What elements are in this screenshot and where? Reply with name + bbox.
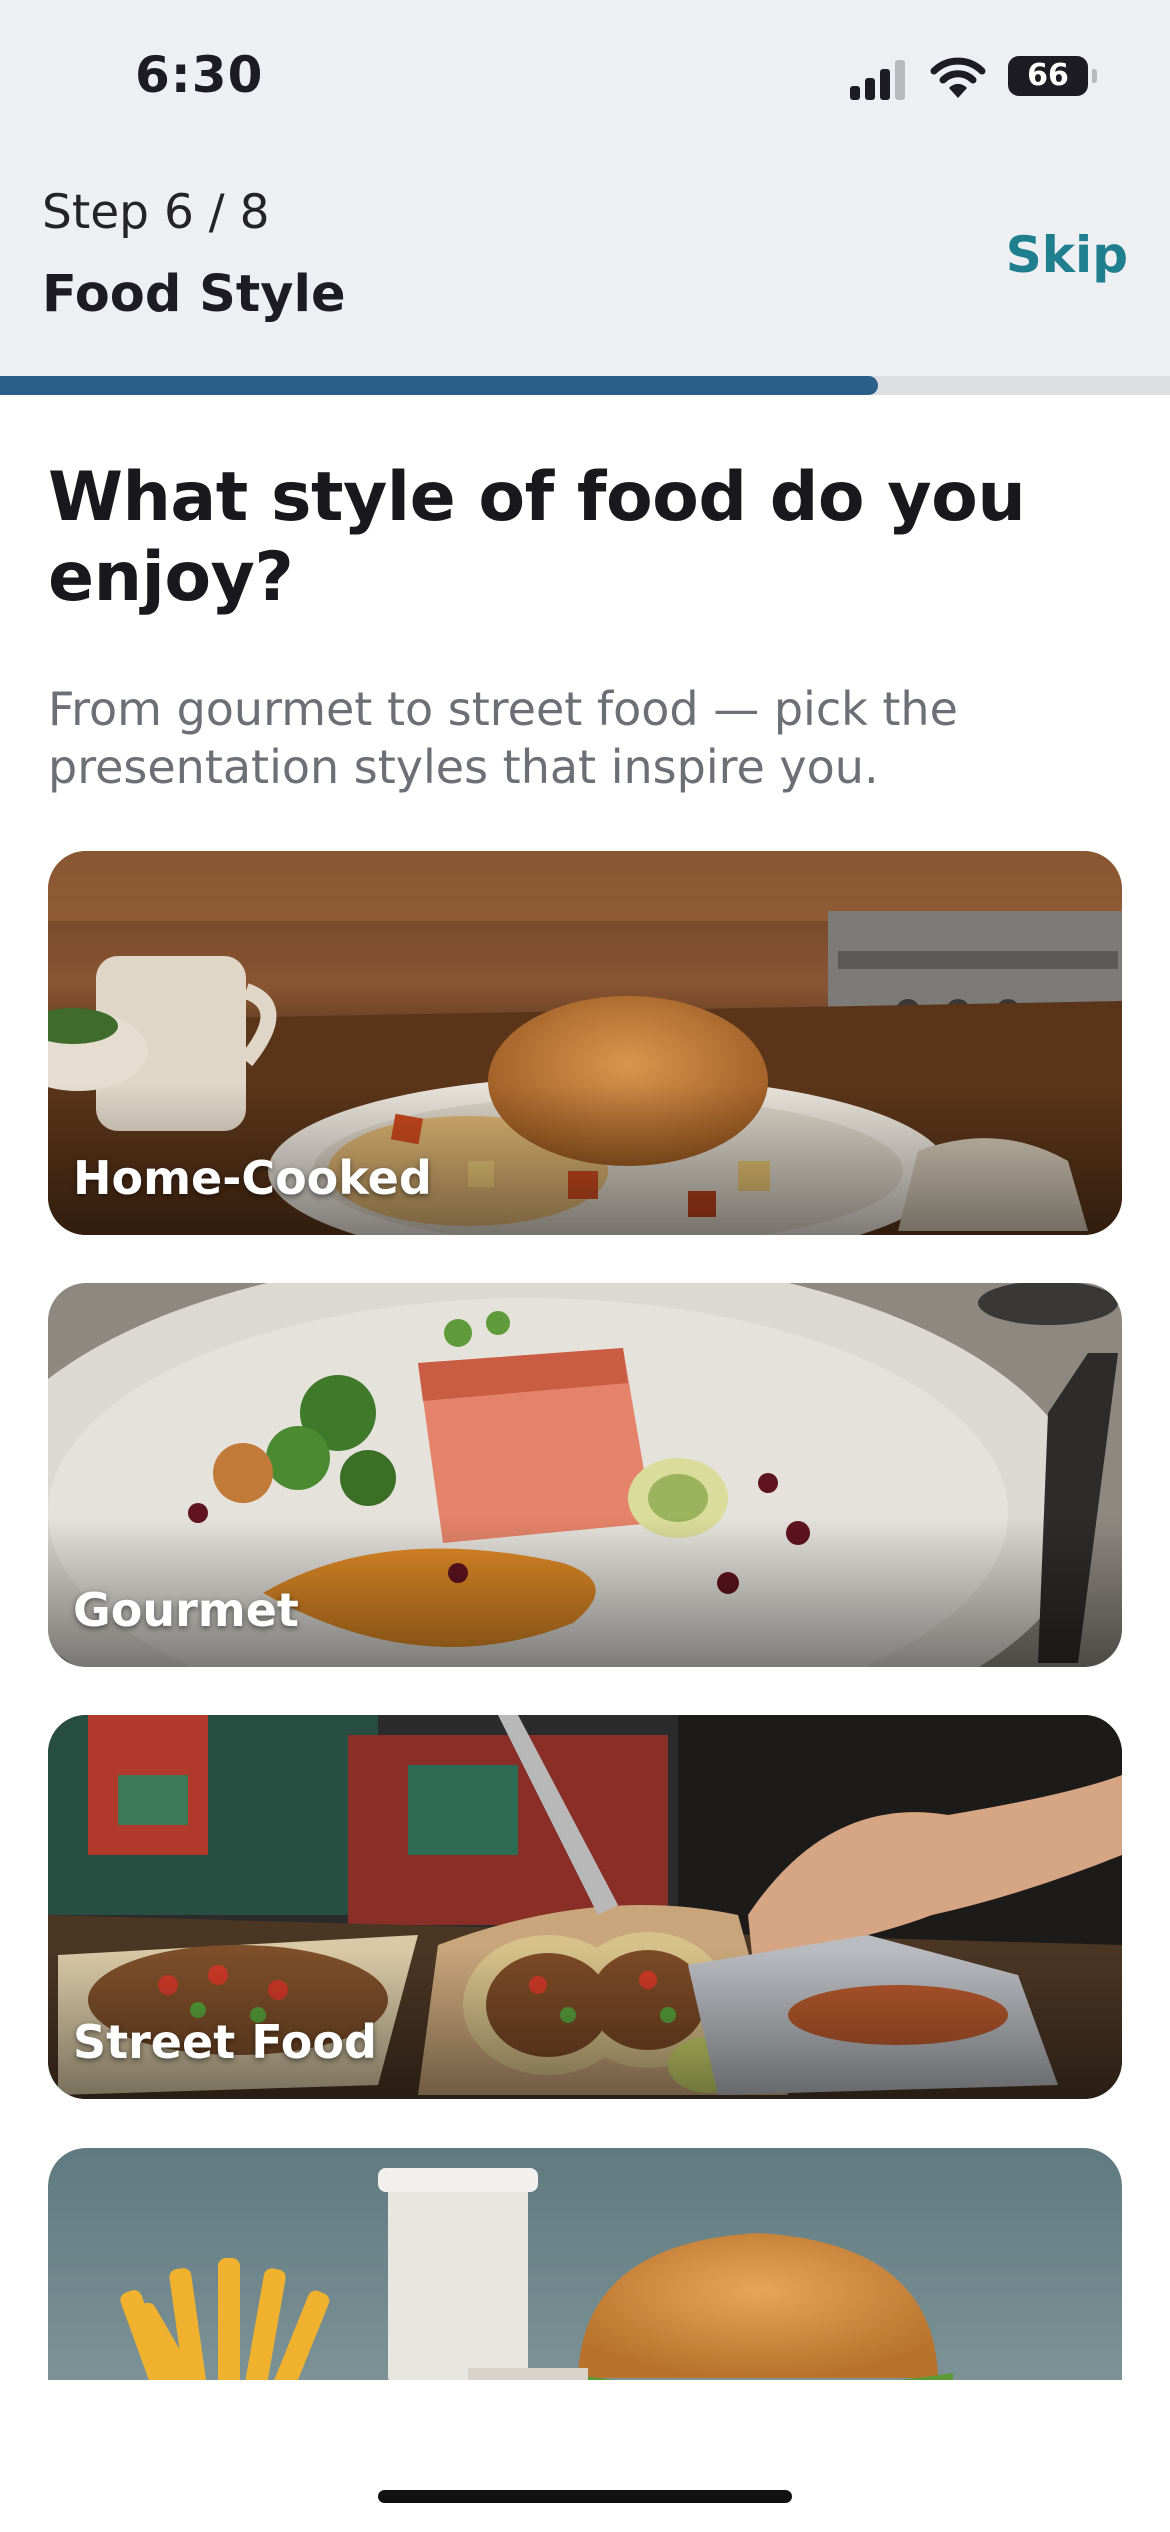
wifi-icon	[930, 57, 986, 98]
option-card-gourmet[interactable]: Gourmet	[48, 1283, 1122, 1667]
option-card-street-food[interactable]: Street Food	[48, 1715, 1122, 2099]
question-title: What style of food do you enjoy?	[48, 458, 1026, 617]
fast-food-photo	[48, 2148, 1122, 2380]
skip-button[interactable]: Skip	[1006, 226, 1128, 284]
progress-bar	[0, 376, 1170, 395]
option-card-fast-food[interactable]	[48, 2148, 1122, 2380]
step-indicator: Step 6 / 8	[42, 185, 270, 240]
signal-icon	[850, 54, 910, 100]
step-title: Food Style	[42, 265, 346, 324]
option-label: Gourmet	[73, 1583, 299, 1637]
option-label: Street Food	[73, 2015, 377, 2069]
header-area: 6:30 66 Step 6 / 8 Food Style Skip	[0, 0, 1170, 395]
option-card-home-cooked[interactable]: Home-Cooked	[48, 851, 1122, 1235]
progress-bar-fill	[0, 376, 878, 395]
battery-level: 66	[1027, 58, 1069, 93]
status-time: 6:30	[135, 46, 264, 104]
option-card-4-clip	[48, 2148, 1122, 2380]
question-subtitle: From gourmet to street food — pick the p…	[48, 682, 958, 794]
status-icons: 66	[850, 54, 1097, 102]
battery-icon: 66	[1008, 56, 1097, 96]
option-label: Home-Cooked	[73, 1151, 432, 1205]
home-indicator	[378, 2490, 792, 2503]
